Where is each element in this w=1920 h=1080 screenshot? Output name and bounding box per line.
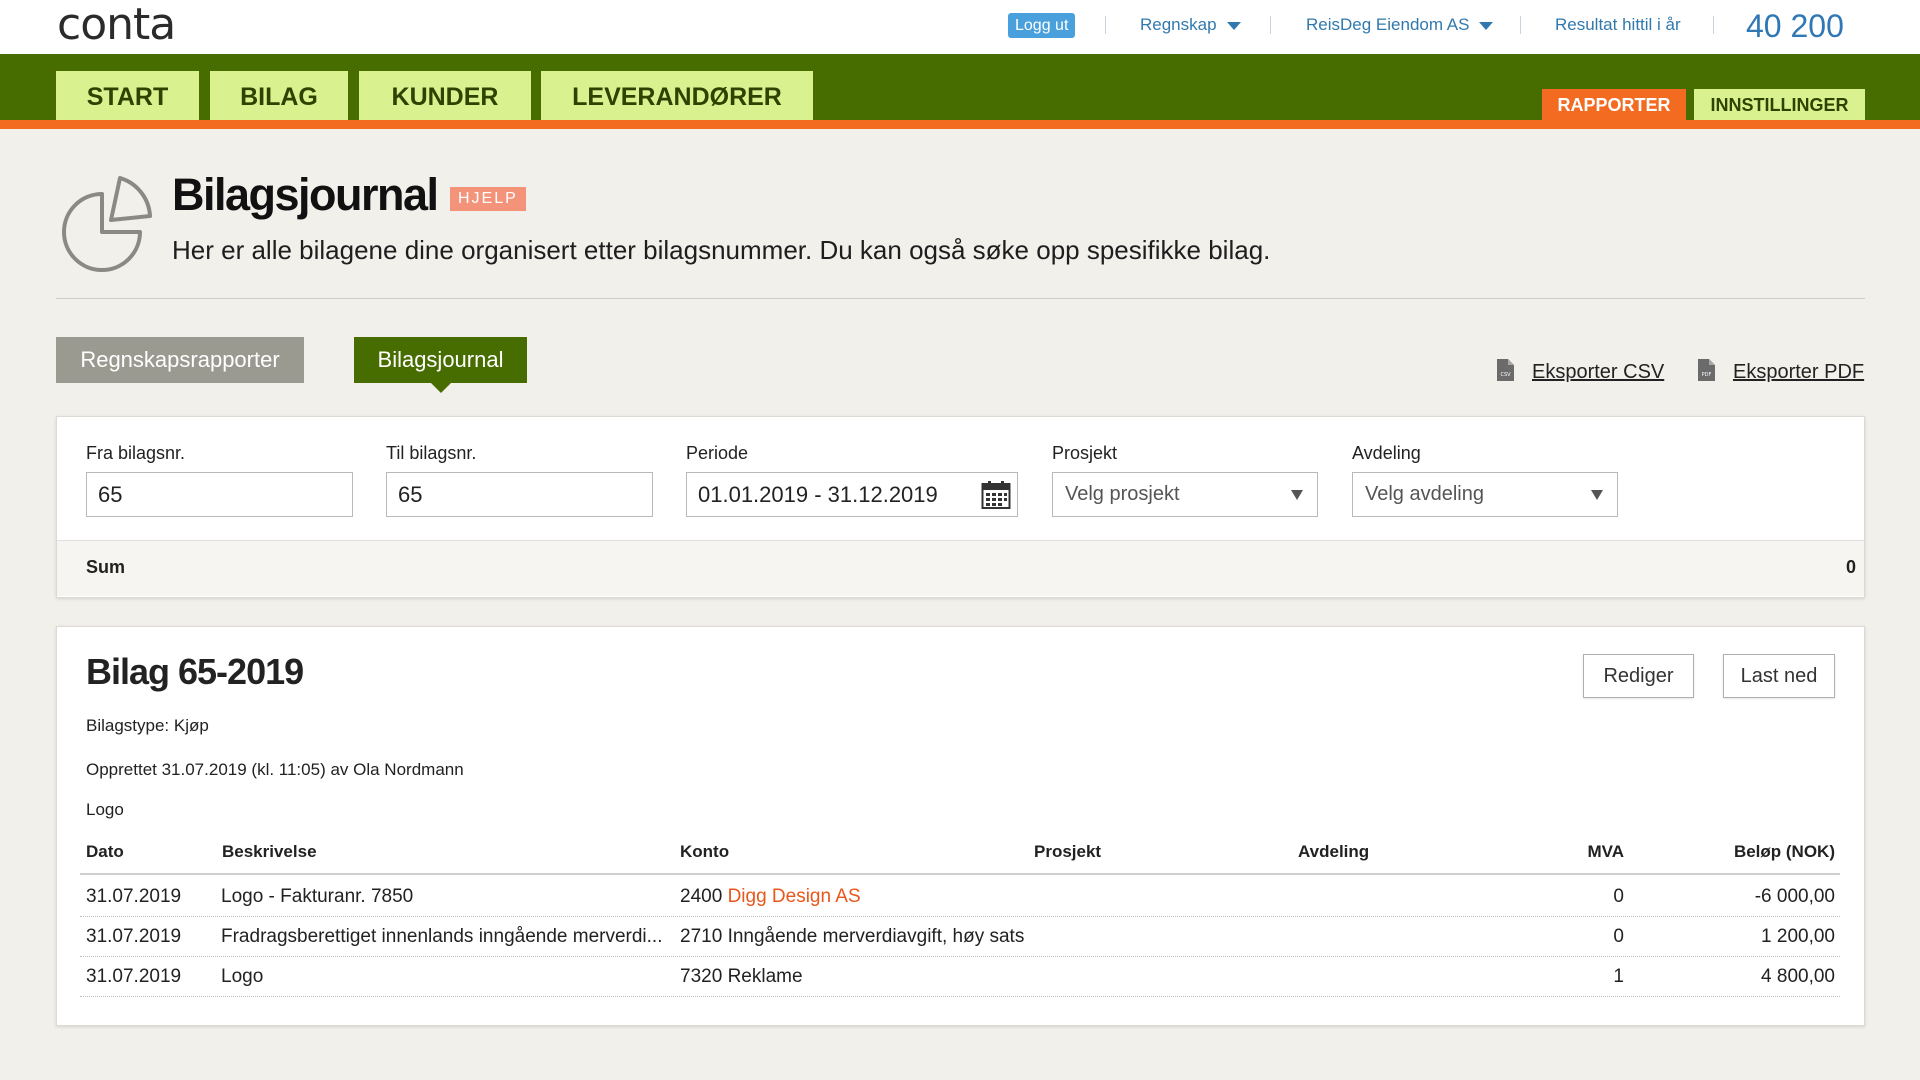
divider [56, 298, 1865, 299]
conta-logo[interactable]: conta [57, 0, 176, 50]
period-label: Periode [686, 443, 749, 463]
period-input[interactable]: 01.01.2019 - 31.12.2019 [686, 472, 1018, 517]
page-subtitle: Her er alle bilagene dine organisert ett… [172, 235, 1271, 265]
export-csv-link[interactable]: Eksporter CSV [1532, 358, 1664, 386]
to-voucher-label: Til bilagsnr. [386, 443, 477, 463]
period-value: 01.01.2019 - 31.12.2019 [698, 482, 938, 507]
export-csv-label: Eksporter CSV [1532, 361, 1665, 383]
voucher-description: Logo [86, 800, 124, 819]
row-1-account-link[interactable]: Digg Design AS [728, 886, 861, 907]
chevron-down-icon [1226, 21, 1241, 30]
tab-innstillinger[interactable]: INNSTILLINGER [1694, 89, 1865, 120]
edit-button[interactable]: Rediger [1583, 654, 1694, 698]
table-header-divider [80, 873, 1840, 875]
voucher-type: Bilagstype: Kjøp [86, 716, 209, 735]
row-2-amount: 1 200,00 [1761, 926, 1835, 947]
project-select-value: Velg prosjekt [1065, 483, 1180, 505]
row-3-account-name: Reklame [727, 966, 803, 987]
voucher-created: Opprettet 31.07.2019 (kl. 11:05) av Ola … [86, 760, 464, 779]
row-1-amount: -6 000,00 [1754, 886, 1835, 907]
column-header-date: Dato [86, 842, 124, 861]
row-3-account: 7320 Reklame [680, 964, 803, 990]
divider [1270, 16, 1271, 34]
column-header-amount: Beløp (NOK) [1733, 842, 1835, 861]
chevron-down-icon [1291, 490, 1303, 500]
company-name: ReisDeg Eiendom AS [1306, 15, 1470, 34]
row-1-description: Logo - Fakturanr. 7850 [221, 886, 414, 907]
chevron-down-icon [1479, 21, 1494, 30]
sum-label: Sum [86, 557, 126, 577]
department-select[interactable]: Velg avdeling [1352, 472, 1618, 517]
row-2-account-number: 2710 [680, 926, 723, 947]
help-badge[interactable]: HJELP [450, 187, 526, 211]
svg-text:CSV: CSV [1500, 372, 1511, 378]
divider [1713, 16, 1714, 34]
sum-row [57, 540, 1864, 596]
project-label: Prosjekt [1052, 443, 1118, 463]
row-2-mva: 0 [1613, 926, 1624, 947]
export-pdf-link[interactable]: Eksporter PDF [1733, 358, 1864, 386]
regnskapsrapporter-tab[interactable]: Regnskapsrapporter [56, 337, 304, 383]
regnskap-menu-label: Regnskap [1140, 15, 1217, 34]
project-select[interactable]: Velg prosjekt [1052, 472, 1318, 517]
row-divider [80, 916, 1840, 917]
regnskap-menu[interactable]: Regnskap [1140, 14, 1241, 36]
row-1-account-number: 2400 [680, 886, 723, 907]
row-3-description: Logo [221, 966, 264, 987]
sum-value: 0 [1845, 557, 1856, 577]
nav-accent-line [0, 120, 1920, 129]
department-select-value: Velg avdeling [1365, 483, 1484, 505]
column-header-department: Avdeling [1298, 842, 1370, 861]
divider [1105, 16, 1106, 34]
tab-rapporter[interactable]: RAPPORTER [1542, 89, 1686, 120]
row-2-account: 2710 Inngående merverdiavgift, høy sats [680, 924, 1024, 950]
from-voucher-label: Fra bilagsnr. [86, 443, 186, 463]
row-3-date: 31.07.2019 [86, 966, 182, 987]
tab-bilag[interactable]: BILAG [210, 71, 348, 120]
column-header-mva: MVA [1587, 842, 1624, 861]
bilagsjournal-tab[interactable]: Bilagsjournal [354, 337, 527, 393]
tab-start[interactable]: START [56, 71, 199, 120]
row-2-description: Fradragsberettiget innenlands inngående … [221, 926, 663, 947]
row-1-account: 2400 Digg Design AS [680, 884, 861, 910]
to-voucher-input[interactable]: 65 [386, 472, 653, 517]
from-voucher-input[interactable]: 65 [86, 472, 353, 517]
row-divider [80, 996, 1840, 997]
chevron-down-icon [1591, 490, 1603, 500]
company-menu[interactable]: ReisDeg Eiendom AS [1306, 14, 1494, 36]
tab-kunder[interactable]: KUNDER [359, 71, 531, 120]
voucher-title: Bilag 65-2019 [86, 651, 304, 692]
column-header-project: Prosjekt [1034, 842, 1102, 861]
row-3-account-number: 7320 [680, 966, 723, 987]
page-title: Bilagsjournal [172, 169, 439, 220]
row-divider [80, 956, 1840, 957]
column-header-description: Beskrivelse [222, 842, 317, 861]
pdf-file-icon[interactable]: PDF [1698, 359, 1715, 381]
calendar-icon[interactable] [981, 480, 1011, 510]
row-1-mva: 0 [1613, 886, 1624, 907]
top-bar: conta Logg ut Regnskap ReisDeg Eiendom A… [0, 0, 1920, 54]
logout-button[interactable]: Logg ut [1008, 13, 1076, 38]
csv-file-icon[interactable]: CSV [1497, 359, 1514, 381]
row-3-mva: 1 [1613, 966, 1624, 987]
department-label: Avdeling [1352, 443, 1421, 463]
pie-chart-icon [62, 176, 152, 272]
row-3-amount: 4 800,00 [1761, 966, 1835, 987]
download-button[interactable]: Last ned [1723, 654, 1835, 698]
column-header-account: Konto [680, 842, 730, 861]
result-value[interactable]: 40 200 [1746, 6, 1844, 46]
tab-leverandorer[interactable]: LEVERANDØRER [541, 71, 813, 120]
svg-text:PDF: PDF [1702, 372, 1712, 378]
row-2-account-name: Inngående merverdiavgift, høy sats [727, 926, 1025, 947]
row-2-date: 31.07.2019 [86, 926, 182, 947]
export-pdf-label: Eksporter PDF [1733, 361, 1865, 383]
row-1-date: 31.07.2019 [86, 886, 182, 907]
divider [1520, 16, 1521, 34]
result-label[interactable]: Resultat hittil i år [1555, 14, 1681, 36]
